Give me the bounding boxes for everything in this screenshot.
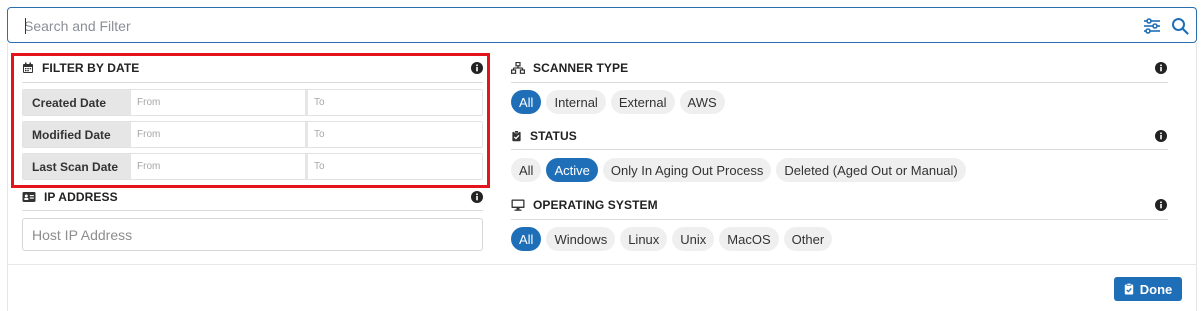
info-icon[interactable]	[1155, 130, 1167, 142]
scanner-type-chip-external[interactable]: External	[610, 90, 675, 114]
ip-address-title: IP ADDRESS	[44, 190, 118, 204]
operating-system-title: OPERATING SYSTEM	[533, 198, 658, 212]
divider	[511, 82, 1168, 83]
info-icon[interactable]	[1155, 199, 1167, 211]
scanner-type-title: SCANNER TYPE	[533, 61, 629, 75]
scanner-type-options: All Internal External AWS	[511, 90, 725, 114]
highlight-box	[11, 53, 490, 188]
search-icon[interactable]	[1171, 17, 1189, 35]
operating-system-heading: OPERATING SYSTEM	[511, 198, 658, 212]
info-icon[interactable]	[471, 191, 483, 203]
os-chip-linux[interactable]: Linux	[620, 227, 668, 251]
search-bar	[7, 7, 1197, 43]
status-options: All Active Only In Aging Out Process Del…	[511, 158, 966, 182]
scanner-type-chip-aws[interactable]: AWS	[679, 90, 725, 114]
status-title: STATUS	[530, 129, 577, 143]
scanner-type-chip-all[interactable]: All	[511, 90, 542, 114]
status-chip-all[interactable]: All	[511, 158, 542, 182]
clipboard-check-icon	[512, 130, 521, 142]
footer-divider	[7, 264, 1197, 265]
os-chip-windows[interactable]: Windows	[546, 227, 616, 251]
status-chip-aging-out[interactable]: Only In Aging Out Process	[602, 158, 772, 182]
os-chip-other[interactable]: Other	[783, 227, 833, 251]
host-ip-address-input[interactable]	[22, 218, 483, 251]
os-chip-unix[interactable]: Unix	[672, 227, 715, 251]
info-icon[interactable]	[1155, 62, 1167, 74]
divider	[22, 210, 483, 211]
os-chip-all[interactable]: All	[511, 227, 542, 251]
done-button-label: Done	[1139, 281, 1173, 297]
status-heading: STATUS	[511, 129, 577, 143]
done-button[interactable]: Done	[1114, 277, 1182, 301]
text-caret	[25, 18, 26, 34]
os-chip-macos[interactable]: MacOS	[719, 227, 779, 251]
divider	[511, 149, 1168, 150]
ip-address-heading: IP ADDRESS	[22, 190, 118, 204]
scanner-type-chip-internal[interactable]: Internal	[546, 90, 606, 114]
operating-system-options: All Windows Linux Unix MacOS Other	[511, 227, 833, 251]
desktop-icon	[511, 199, 525, 211]
id-card-icon	[22, 192, 36, 202]
divider	[511, 219, 1168, 220]
search-input[interactable]	[24, 15, 1124, 37]
scanner-type-heading: SCANNER TYPE	[511, 61, 628, 75]
status-chip-active[interactable]: Active	[546, 158, 598, 182]
sliders-icon[interactable]	[1143, 17, 1161, 35]
network-icon	[511, 62, 525, 74]
status-chip-deleted[interactable]: Deleted (Aged Out or Manual)	[776, 158, 966, 182]
clipboard-check-icon	[1124, 283, 1133, 295]
